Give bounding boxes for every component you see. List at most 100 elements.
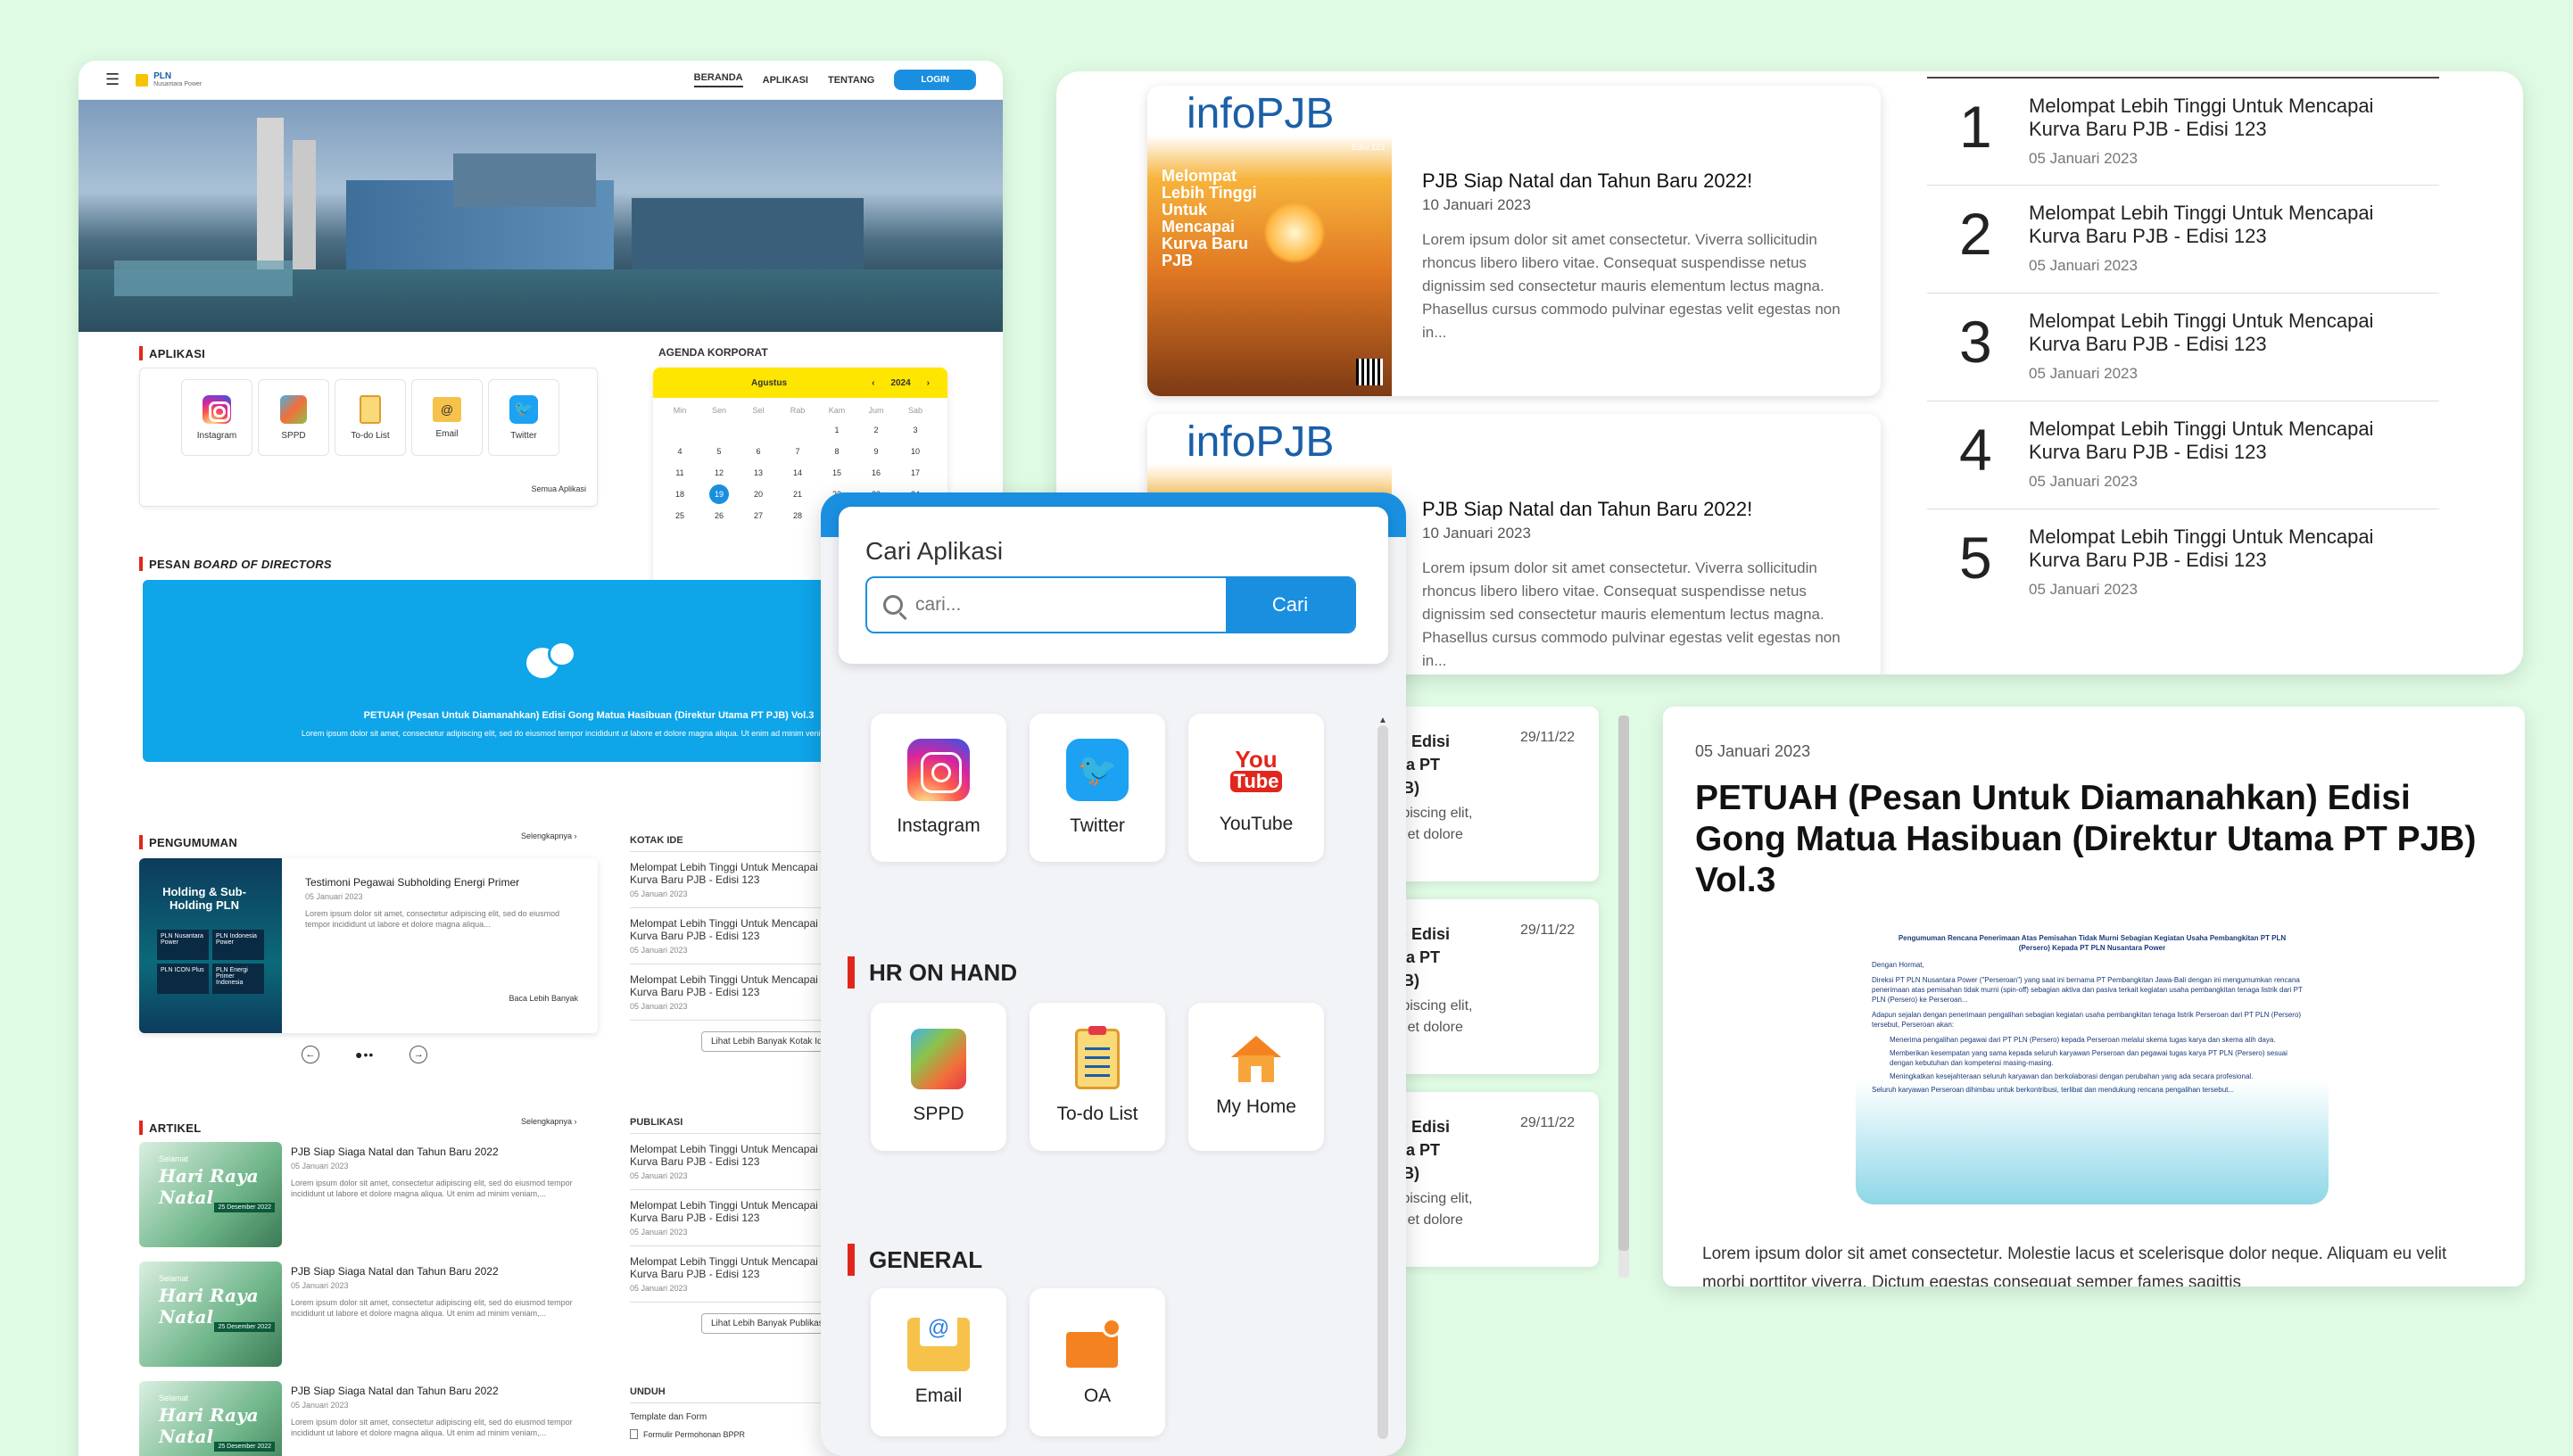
pengumuman-card[interactable]: Holding & Sub-Holding PLN PLN Nusantara … — [139, 858, 598, 1033]
ranking-item[interactable]: 4 Melompat Lebih Tinggi Untuk Mencapai Ku… — [1927, 401, 2439, 509]
calendar-day[interactable]: 14 — [778, 462, 817, 484]
calendar-day[interactable]: 6 — [739, 441, 778, 462]
app-twitter[interactable]: 🐦 Twitter — [1030, 714, 1165, 862]
cari-button[interactable]: Cari — [1226, 578, 1354, 632]
calendar-day[interactable]: 13 — [739, 462, 778, 484]
calendar-day[interactable]: 20 — [739, 484, 778, 505]
search-icon — [883, 595, 907, 621]
app-youtube[interactable]: You Tube YouTube — [1188, 714, 1324, 862]
artikel-more-link[interactable]: Selengkapnya › — [521, 1117, 577, 1126]
login-button[interactable]: LOGIN — [894, 70, 976, 90]
calendar-day[interactable]: 19 — [699, 484, 739, 505]
nav-beranda[interactable]: BERANDA — [693, 72, 743, 87]
calendar-day[interactable]: 16 — [856, 462, 896, 484]
twitter-icon: 🐦 — [509, 394, 538, 424]
selected-day[interactable]: 19 — [709, 484, 729, 504]
list-item[interactable]: Melompat Lebih Tinggi Untuk Mencapai Kur… — [630, 964, 826, 1021]
news-card[interactable]: infoPJB Melompat Lebih Tinggi Untuk Menc… — [1147, 86, 1881, 396]
carousel-dots[interactable]: ●•• — [355, 1047, 374, 1062]
ranking-item[interactable]: 1 Melompat Lebih Tinggi Untuk Mencapai Ku… — [1927, 77, 2439, 185]
baca-lebih-banyak-link[interactable]: Baca Lebih Banyak — [509, 994, 578, 1003]
ranking-item[interactable]: 3 Melompat Lebih Tinggi Untuk Mencapai Ku… — [1927, 293, 2439, 401]
pesan-card[interactable]: an) Edisi ama PT PJB)29/11/22adipiscing … — [1374, 899, 1599, 1074]
next-arrow-icon[interactable]: → — [410, 1046, 428, 1063]
app-instagram[interactable]: Instagram — [181, 379, 252, 456]
calendar-day[interactable]: 26 — [699, 505, 739, 526]
calendar-day[interactable]: 3 — [896, 419, 935, 441]
app-twitter[interactable]: 🐦 Twitter — [488, 379, 559, 456]
list-item[interactable]: Melompat Lebih Tinggi Untuk Mencapai Kur… — [630, 1190, 826, 1246]
app-instagram[interactable]: Instagram — [871, 714, 1006, 862]
app-email[interactable]: @ Email — [411, 379, 483, 456]
app-todo[interactable]: To-do List — [335, 379, 406, 456]
ranking-item[interactable]: 5 Melompat Lebih Tinggi Untuk Mencapai Ku… — [1927, 509, 2439, 616]
nav-aplikasi[interactable]: APLIKASI — [763, 75, 808, 86]
calendar-day[interactable]: 7 — [778, 441, 817, 462]
calendar-day[interactable]: 4 — [660, 441, 699, 462]
calendar-day[interactable]: 5 — [699, 441, 739, 462]
calendar-day[interactable]: 25 — [660, 505, 699, 526]
calendar-day[interactable]: 10 — [896, 441, 935, 462]
list-item[interactable]: Melompat Lebih Tinggi Untuk Mencapai Kur… — [630, 908, 826, 964]
calendar-day[interactable]: 11 — [660, 462, 699, 484]
calendar-day[interactable]: 2 — [856, 419, 896, 441]
list-item-title: Melompat Lebih Tinggi Untuk Mencapai Kur… — [630, 861, 818, 886]
nav-tentang[interactable]: TENTANG — [828, 75, 874, 86]
semua-aplikasi-link[interactable]: Semua Aplikasi — [531, 484, 586, 493]
app-oa[interactable]: OA — [1030, 1288, 1165, 1436]
scrollbar[interactable]: ▲ — [1374, 716, 1392, 1456]
publikasi-more-button[interactable]: Lihat Lebih Banyak Publikasi — [701, 1313, 826, 1334]
news-title: PJB Siap Natal dan Tahun Baru 2022! — [1422, 170, 1753, 192]
artikel-item[interactable]: Selamat Hari Raya Natal 25 Desember 2022 PJ… — [139, 1381, 598, 1456]
calendar-month[interactable]: Agustus — [751, 378, 787, 388]
artikel-item[interactable]: Selamat Hari Raya Natal 25 Desember 2022 PJ… — [139, 1262, 598, 1379]
email-icon: @ — [433, 396, 461, 422]
calendar-day[interactable]: 15 — [817, 462, 856, 484]
ranking-item[interactable]: 2 Melompat Lebih Tinggi Untuk Mencapai Ku… — [1927, 185, 2439, 293]
calendar-day[interactable]: 1 — [817, 419, 856, 441]
pesan-card[interactable]: an) Edisi ama PT PJB)29/11/22adipiscing … — [1374, 707, 1599, 881]
weekday-label: Sab — [907, 406, 922, 415]
artikel-item-body: Lorem ipsum dolor sit amet, consectetur … — [291, 1418, 573, 1437]
calendar-day[interactable]: 27 — [739, 505, 778, 526]
calendar-year[interactable]: 2024 — [890, 378, 910, 388]
list-item[interactable]: Melompat Lebih Tinggi Untuk Mencapai Kur… — [630, 1134, 826, 1190]
house-icon — [1231, 1036, 1281, 1082]
app-sppd[interactable]: SPPD — [871, 1003, 1006, 1151]
app-my-home[interactable]: My Home — [1188, 1003, 1324, 1151]
list-item[interactable]: Melompat Lebih Tinggi Untuk Mencapai Kur… — [630, 1246, 826, 1303]
artikel-item-body: Lorem ipsum dolor sit amet, consectetur … — [291, 1179, 573, 1198]
prev-arrow-icon[interactable]: ← — [302, 1046, 319, 1063]
app-email[interactable]: @ Email — [871, 1288, 1006, 1436]
artikel-item[interactable]: Selamat Hari Raya Natal 25 Desember 2022 PJ… — [139, 1142, 598, 1260]
document-icon — [630, 1429, 638, 1439]
app-sppd[interactable]: SPPD — [258, 379, 329, 456]
calendar-day[interactable]: 28 — [778, 505, 817, 526]
holding-infographic-image: Holding & Sub-Holding PLN PLN Nusantara … — [139, 858, 282, 1033]
carousel-controls: ← ●•• → — [302, 1046, 428, 1063]
kotak-ide-more-button[interactable]: Lihat Lebih Banyak Kotak Ide — [701, 1031, 826, 1052]
scrollbar[interactable] — [1618, 716, 1629, 1278]
search-input[interactable] — [915, 594, 1183, 616]
list-item-title: Melompat Lebih Tinggi Untuk Mencapai Kur… — [630, 1143, 818, 1168]
pengumuman-more-link[interactable]: Selengkapnya › — [521, 831, 577, 840]
brand-name: PLN — [153, 70, 172, 81]
calendar-day[interactable]: 8 — [817, 441, 856, 462]
weekday-label: Min — [673, 406, 687, 415]
pesan-card[interactable]: an) Edisi ama PT PJB)29/11/22adipiscing … — [1374, 1092, 1599, 1267]
hr-on-hand-title: HR ON HAND — [848, 956, 1017, 989]
pln-logo[interactable]: PLN Nusantara Power — [136, 70, 202, 88]
calendar-day[interactable]: 9 — [856, 441, 896, 462]
calendar-day[interactable]: 18 — [660, 484, 699, 505]
next-year-icon[interactable]: › — [927, 378, 930, 388]
app-todo-list[interactable]: To-do List — [1030, 1003, 1165, 1151]
hamburger-menu-icon[interactable]: ☰ — [105, 70, 120, 89]
unduh-item[interactable]: Formulir Permohonan BPPR — [630, 1429, 826, 1439]
pesan-card-date: 29/11/22 — [1520, 922, 1576, 938]
news-body: Lorem ipsum dolor sit amet consectetur. … — [1422, 559, 1841, 669]
calendar-day[interactable]: 21 — [778, 484, 817, 505]
list-item[interactable]: Melompat Lebih Tinggi Untuk Mencapai Kur… — [630, 852, 826, 908]
prev-year-icon[interactable]: ‹ — [872, 378, 874, 388]
calendar-day[interactable]: 17 — [896, 462, 935, 484]
calendar-day[interactable]: 12 — [699, 462, 739, 484]
